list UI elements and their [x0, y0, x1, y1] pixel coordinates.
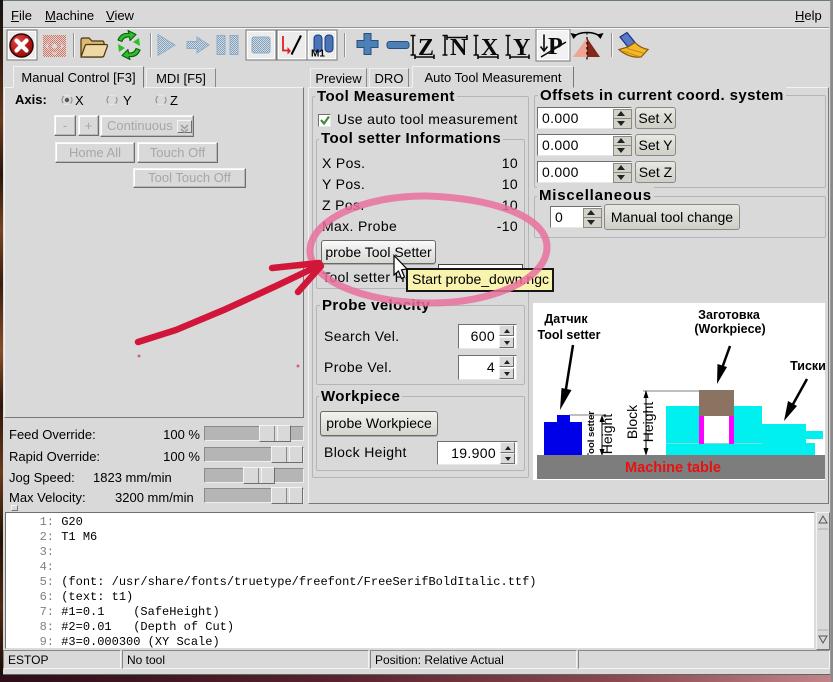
- svg-text:Датчик: Датчик: [544, 312, 588, 326]
- svg-text:(Workpiece): (Workpiece): [694, 322, 765, 336]
- svg-text:M1: M1: [311, 49, 325, 60]
- svg-text:Tool setter: Tool setter: [538, 328, 601, 342]
- svg-text:Block: Block: [624, 404, 640, 439]
- svg-text:N: N: [450, 35, 468, 61]
- svg-text:Height: Height: [599, 414, 615, 455]
- svg-text:Tool setter: Tool setter: [586, 411, 597, 459]
- svg-text:Machine table: Machine table: [625, 460, 721, 476]
- svg-text:P: P: [548, 34, 563, 60]
- svg-text:Тиски: Тиски: [790, 359, 825, 373]
- svg-text:Height: Height: [640, 402, 656, 443]
- svg-text:Заготовка: Заготовка: [698, 308, 761, 322]
